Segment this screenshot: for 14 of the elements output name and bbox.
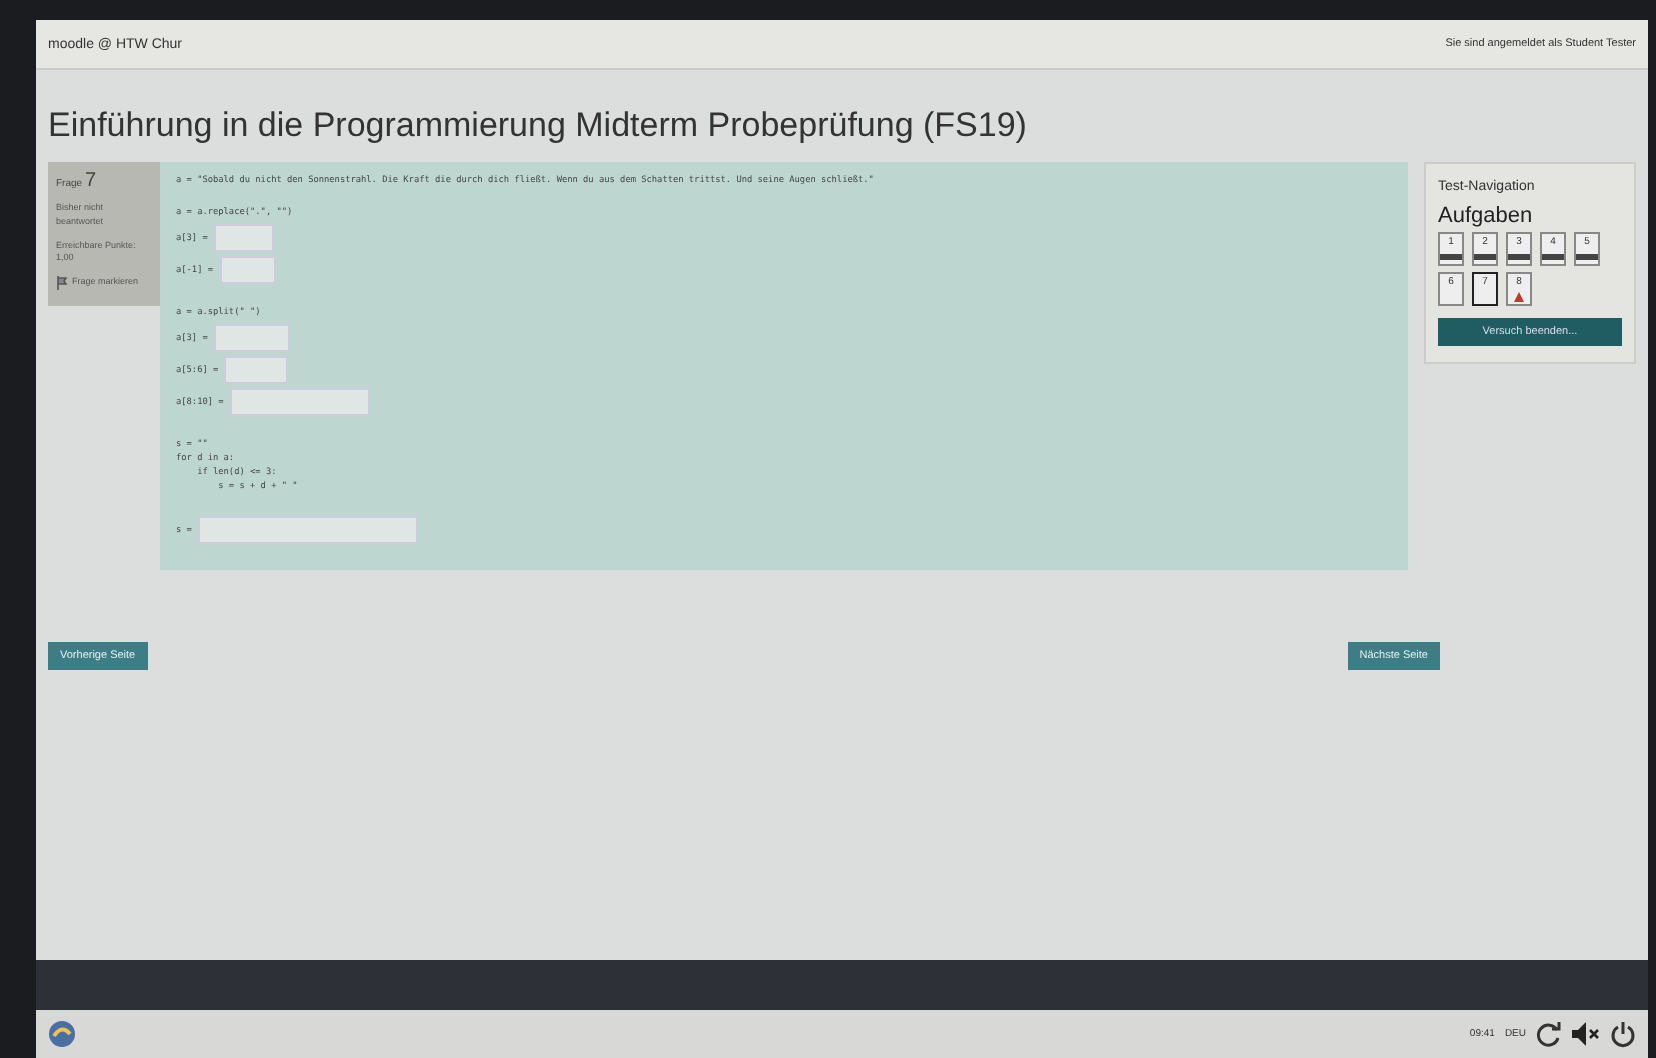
answer-field[interactable] [213,324,290,352]
answer-field[interactable] [213,224,274,252]
answer-field[interactable] [197,516,418,544]
navigation-heading: Aufgaben [1438,204,1535,228]
start-icon[interactable] [48,1020,76,1048]
refresh-icon[interactable] [1536,1021,1562,1047]
answer-field[interactable] [219,256,276,284]
flag-icon [1514,292,1524,302]
page-title: Einführung in die Programmierung Midterm Probeprüfung (FS19) [48,106,1029,146]
flag-icon[interactable] [56,276,68,290]
power-icon[interactable] [1610,1021,1636,1047]
answer-field[interactable] [224,356,289,384]
answer-field[interactable] [229,388,370,416]
muted-speaker-icon[interactable] [1572,1022,1600,1046]
